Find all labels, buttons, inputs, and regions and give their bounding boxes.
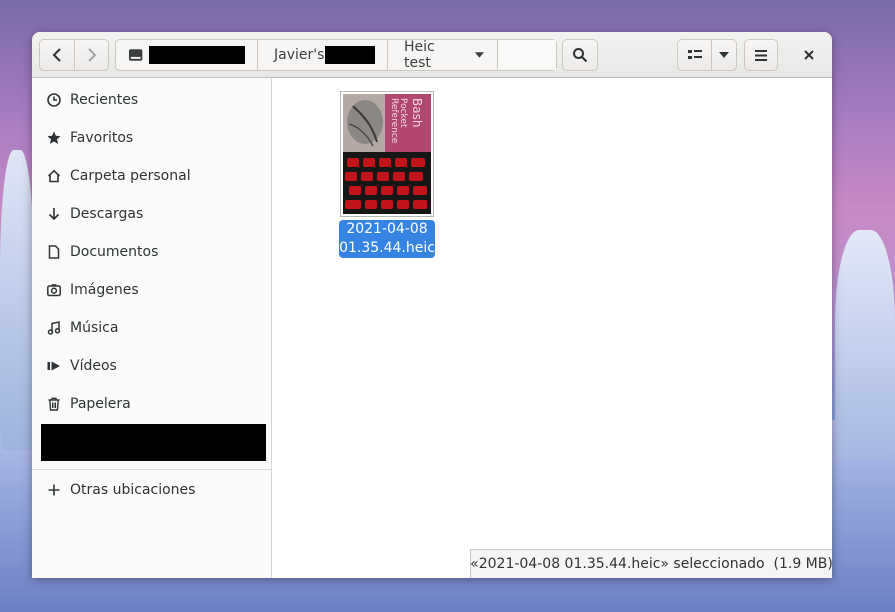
sidebar-item-papelera[interactable]: Papelera <box>32 385 271 423</box>
chevron-right-icon <box>87 48 96 62</box>
breadcrumb-current-label: Heic test <box>404 39 435 71</box>
file-name-line-2: 01.35.44.heic <box>339 240 435 256</box>
search-button[interactable] <box>562 39 598 71</box>
tree-right <box>835 230 895 460</box>
sidebar-item-label: Vídeos <box>70 358 117 374</box>
sidebar-item-otras-ubicaciones[interactable]: Otras ubicaciones <box>32 471 271 509</box>
thumbnail-image: Bash Pocket Reference <box>343 94 431 214</box>
camera-icon <box>46 282 62 298</box>
chevron-left-icon <box>52 48 61 62</box>
selection-status-text: «2021-04-08 01.35.44.heic» seleccionado … <box>470 556 832 572</box>
forward-button[interactable] <box>74 39 109 71</box>
file-name-label[interactable]: 2021-04-08 01.35.44.heic <box>339 220 435 258</box>
file-manager-window: Javier's Heic test Recientes Favoritos C… <box>32 32 832 578</box>
clock-icon <box>46 92 62 108</box>
sidebar-item-musica[interactable]: Música <box>32 309 271 347</box>
sidebar-item-documentos[interactable]: Documentos <box>32 233 271 271</box>
music-icon <box>46 320 62 336</box>
svg-text:Reference: Reference <box>389 98 399 144</box>
view-list-icon <box>687 50 702 59</box>
star-icon <box>46 130 62 146</box>
document-icon <box>46 244 62 260</box>
home-icon <box>46 168 62 184</box>
view-list-button[interactable] <box>677 39 712 71</box>
svg-text:Bash: Bash <box>410 98 424 127</box>
back-button[interactable] <box>39 39 75 71</box>
sidebar-item-videos[interactable]: Vídeos <box>32 347 271 385</box>
search-icon <box>573 48 588 63</box>
breadcrumb: Javier's Heic test <box>115 39 557 71</box>
plus-icon <box>46 482 62 498</box>
sidebar-item-label: Recientes <box>70 92 139 108</box>
menu-button[interactable] <box>744 39 778 71</box>
selection-status: «2021-04-08 01.35.44.heic» seleccionado … <box>470 549 832 578</box>
breadcrumb-user-label: Javier's <box>274 47 325 63</box>
trash-icon <box>46 396 62 412</box>
breadcrumb-empty-slot[interactable] <box>498 40 556 70</box>
sidebar: Recientes Favoritos Carpeta personal Des… <box>32 78 272 578</box>
sidebar-item-label: Música <box>70 320 119 336</box>
close-button[interactable] <box>793 39 825 71</box>
sidebar-item-recientes[interactable]: Recientes <box>32 81 271 119</box>
sidebar-item-label: Carpeta personal <box>70 168 191 184</box>
file-name-line-1: 2021-04-08 <box>346 221 428 237</box>
sidebar-item-label: Descargas <box>70 206 144 222</box>
sidebar-separator <box>32 469 271 470</box>
sidebar-item-carpeta-personal[interactable]: Carpeta personal <box>32 157 271 195</box>
sidebar-item-label: Papelera <box>70 396 131 412</box>
sidebar-item-favoritos[interactable]: Favoritos <box>32 119 271 157</box>
header-bar: Javier's Heic test <box>32 32 832 78</box>
video-icon <box>46 358 62 374</box>
sidebar-item-redacted[interactable] <box>41 424 266 461</box>
sidebar-item-imagenes[interactable]: Imágenes <box>32 271 271 309</box>
sidebar-item-label: Imágenes <box>70 282 139 298</box>
sidebar-item-label: Favoritos <box>70 130 134 146</box>
drive-icon <box>128 49 143 61</box>
file-view[interactable]: Bash Pocket Reference 2021-04-08 01.35.4… <box>273 78 832 578</box>
sidebar-item-label: Documentos <box>70 244 159 260</box>
breadcrumb-drive[interactable] <box>116 40 258 70</box>
download-icon <box>46 206 62 222</box>
redacted-text <box>325 46 375 64</box>
sidebar-item-label: Otras ubicaciones <box>70 482 196 498</box>
redacted-text <box>149 46 245 64</box>
breadcrumb-user-folder[interactable]: Javier's <box>258 40 388 70</box>
triangle-down-icon <box>719 52 729 58</box>
hamburger-menu-icon <box>755 49 767 61</box>
file-thumbnail[interactable]: Bash Pocket Reference <box>340 91 434 217</box>
close-icon <box>804 50 814 60</box>
tree-left <box>0 150 34 450</box>
sidebar-item-descargas[interactable]: Descargas <box>32 195 271 233</box>
breadcrumb-current-folder[interactable]: Heic test <box>388 39 498 71</box>
triangle-down-icon <box>475 52 485 58</box>
view-options-button[interactable] <box>711 39 737 71</box>
